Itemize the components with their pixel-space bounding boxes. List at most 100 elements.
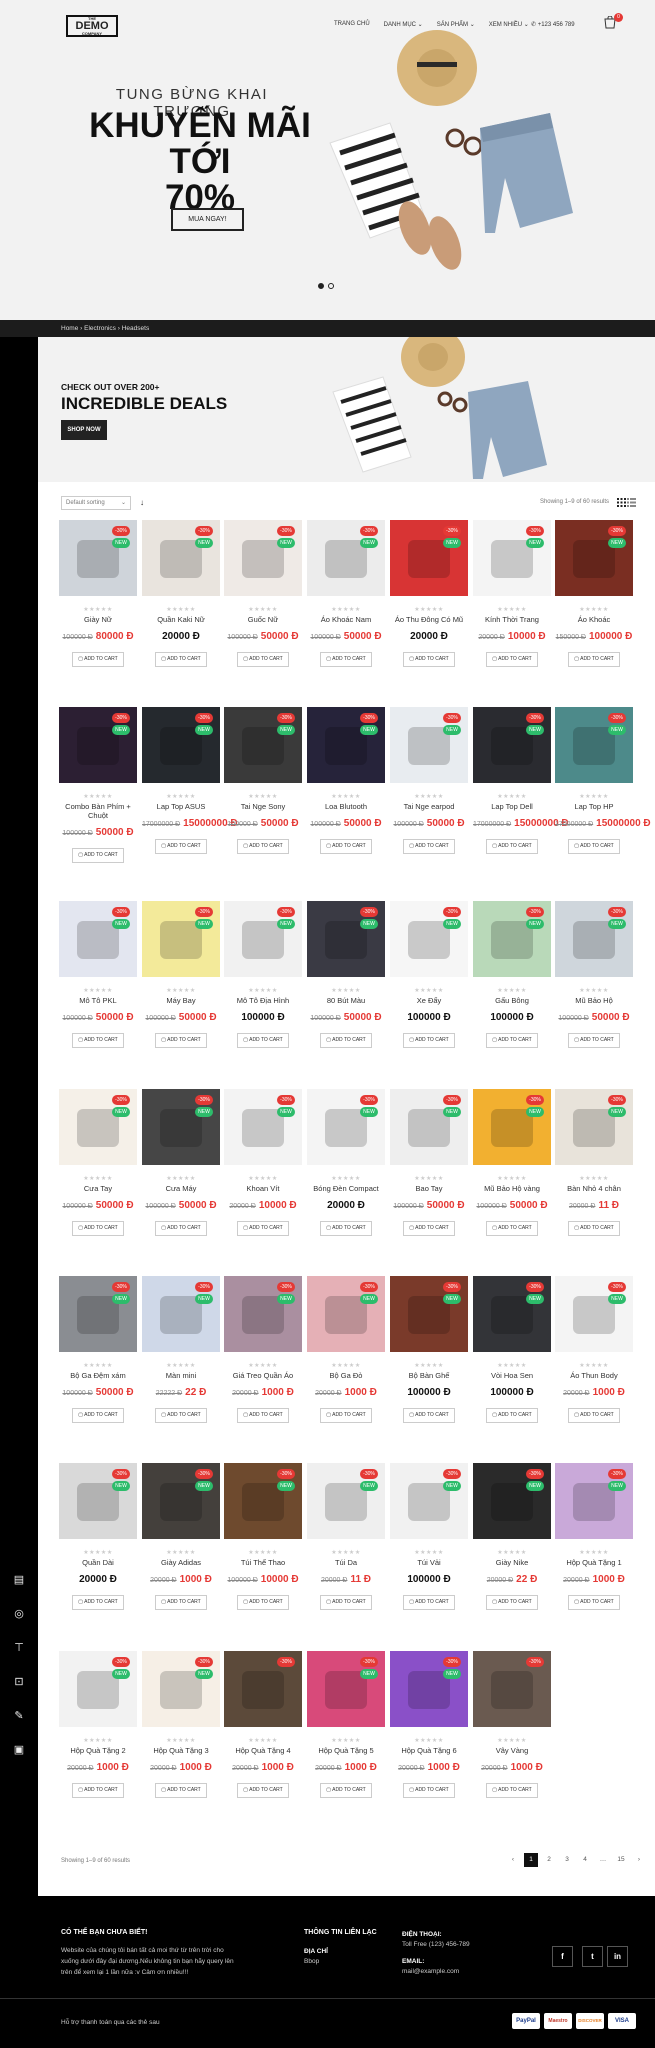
add-to-cart-button[interactable]: ▢ ADD TO CART [237,1408,289,1423]
product-card[interactable]: -30% NEW ★★★★★ Lap Top Dell 17000000 Đ 150000… [473,707,569,877]
product-card[interactable]: -30% NEW ★★★★★ Lap Top ASUS 17000000 Đ 150000… [142,707,238,877]
product-card[interactable]: -30% ★★★★★ Hộp Quà Tặng 4 20000 Đ 1000 Đ ▢ AD… [224,1651,302,1821]
add-to-cart-button[interactable]: ▢ ADD TO CART [155,652,207,667]
product-name[interactable]: Bàn Nhỏ 4 chân [555,1184,633,1193]
product-name[interactable]: Áo Thu Đông Có Mũ [390,615,468,624]
next-page-button[interactable]: › [632,1853,646,1867]
gamepad-icon[interactable]: ◎ [12,1606,26,1620]
add-to-cart-button[interactable]: ▢ ADD TO CART [403,1408,455,1423]
add-to-cart-button[interactable]: ▢ ADD TO CART [403,1221,455,1236]
add-to-cart-button[interactable]: ▢ ADD TO CART [403,839,455,854]
product-name[interactable]: Quần Kaki Nữ [142,615,220,624]
sort-select[interactable]: Default sorting ⌄ [61,496,131,510]
tshirt-icon[interactable]: ⊤ [12,1640,26,1654]
product-card[interactable]: -30% NEW ★★★★★ Màn mini 22222 Đ 22 Đ ▢ ADD TO … [142,1276,220,1446]
add-to-cart-button[interactable]: ▢ ADD TO CART [568,1033,620,1048]
add-to-cart-button[interactable]: ▢ ADD TO CART [155,1033,207,1048]
add-to-cart-button[interactable]: ▢ ADD TO CART [568,839,620,854]
product-name[interactable]: Hộp Quà Tặng 5 [307,1746,385,1755]
slide-dot-2[interactable] [328,283,334,289]
facebook-icon[interactable]: f [552,1946,573,1967]
product-name[interactable]: Màn mini [142,1371,220,1380]
product-card[interactable]: -30% NEW ★★★★★ Túi Da 20000 Đ 11 Đ ▢ ADD TO CA… [307,1463,385,1633]
product-card[interactable]: -30% NEW ★★★★★ Hộp Quà Tặng 6 20000 Đ 1000 Đ ▢… [390,1651,468,1821]
product-card[interactable]: -30% NEW ★★★★★ Guốc Nữ 100000 Đ 50000 Đ ▢ ADD … [224,520,302,690]
product-name[interactable]: Vây Vàng [473,1746,551,1755]
product-name[interactable]: Áo Khoác Nam [307,615,385,624]
nav-home[interactable]: TRANG CHỦ [334,21,370,28]
product-name[interactable]: Loa Blutooth [307,802,385,811]
product-card[interactable]: -30% NEW ★★★★★ 80 Bút Màu 100000 Đ 50000 Đ ▢ A… [307,901,385,1071]
product-name[interactable]: Quần Dài [59,1558,137,1567]
logo[interactable]: THE DEMO COMPANY [66,15,118,37]
product-name[interactable]: Bao Tay [390,1184,468,1193]
product-card[interactable]: -30% NEW ★★★★★ Giày Adidas 20000 Đ 1000 Đ ▢ AD… [142,1463,220,1633]
product-card[interactable]: -30% NEW ★★★★★ Gấu Bông 100000 Đ ▢ ADD TO CAR… [473,901,551,1071]
add-to-cart-button[interactable]: ▢ ADD TO CART [320,1221,372,1236]
add-to-cart-button[interactable]: ▢ ADD TO CART [486,1783,538,1798]
product-name[interactable]: Mũ Bảo Hộ vàng [473,1184,551,1193]
product-name[interactable]: Cưa Máy [142,1184,220,1193]
product-name[interactable]: Gấu Bông [473,996,551,1005]
product-card[interactable]: -30% NEW ★★★★★ Cưa Máy 100000 Đ 50000 Đ ▢ ADD … [142,1089,220,1259]
nav-categories[interactable]: DANH MỤC ⌄ [384,21,423,28]
page-3[interactable]: 3 [560,1853,574,1867]
product-name[interactable]: Hộp Quà Tặng 6 [390,1746,468,1755]
header-phone[interactable]: ✆ +123 456 789 [531,21,575,28]
product-name[interactable]: Kính Thời Trang [473,615,551,624]
product-name[interactable]: Cưa Tay [59,1184,137,1193]
product-card[interactable]: -30% NEW ★★★★★ Quần Kaki Nữ 20000 Đ ▢ ADD TO … [142,520,220,690]
product-name[interactable]: Bóng Đèn Compact [307,1184,385,1193]
nav-popular[interactable]: XEM NHIỀU ⌄ [489,21,529,28]
add-to-cart-button[interactable]: ▢ ADD TO CART [568,652,620,667]
product-card[interactable]: -30% NEW ★★★★★ Kính Thời Trang 20000 Đ 10000 … [473,520,551,690]
product-card[interactable]: -30% NEW ★★★★★ Cưa Tay 100000 Đ 50000 Đ ▢ ADD … [59,1089,137,1259]
add-to-cart-button[interactable]: ▢ ADD TO CART [72,848,124,863]
add-to-cart-button[interactable]: ▢ ADD TO CART [155,1595,207,1610]
product-card[interactable]: -30% NEW ★★★★★ Bàn Nhỏ 4 chân 20000 Đ 11 Đ ▢ A… [555,1089,633,1259]
product-name[interactable]: Lap Top Dell [473,802,551,811]
product-card[interactable]: -30% NEW ★★★★★ Quần Dài 20000 Đ ▢ ADD TO CART [59,1463,137,1633]
product-name[interactable]: Tai Nge Sony [224,802,302,811]
product-name[interactable]: Mô Tô Địa Hình [224,996,302,1005]
add-to-cart-button[interactable]: ▢ ADD TO CART [72,1408,124,1423]
page-15[interactable]: 15 [614,1853,628,1867]
product-name[interactable]: Áo Khoác [555,615,633,624]
product-name[interactable]: Lap Top ASUS [142,802,220,811]
add-to-cart-button[interactable]: ▢ ADD TO CART [486,1033,538,1048]
breadcrumb-home[interactable]: Home [61,325,78,332]
cart-button[interactable]: 0 [603,13,623,30]
product-card[interactable]: -30% NEW ★★★★★ Xe Đẩy 100000 Đ ▢ ADD TO CART [390,901,468,1071]
linkedin-icon[interactable]: in [607,1946,628,1967]
page-1[interactable]: 1 [524,1853,538,1867]
product-card[interactable]: -30% NEW ★★★★★ Túi Vải 100000 Đ ▢ ADD TO CART [390,1463,468,1633]
product-name[interactable]: Bộ Bàn Ghế [390,1371,468,1380]
add-to-cart-button[interactable]: ▢ ADD TO CART [237,1783,289,1798]
add-to-cart-button[interactable]: ▢ ADD TO CART [155,1221,207,1236]
product-card[interactable]: -30% NEW ★★★★★ Máy Bay 100000 Đ 50000 Đ ▢ ADD … [142,901,220,1071]
product-card[interactable]: -30% NEW ★★★★★ Loa Blutooth 100000 Đ 50000 Đ ▢… [307,707,385,877]
add-to-cart-button[interactable]: ▢ ADD TO CART [155,1408,207,1423]
add-to-cart-button[interactable]: ▢ ADD TO CART [568,1221,620,1236]
add-to-cart-button[interactable]: ▢ ADD TO CART [320,652,372,667]
sort-direction-icon[interactable]: ↓ [140,498,144,507]
product-card[interactable]: -30% NEW ★★★★★ Bộ Ga Đệm xám 100000 Đ 50000 Đ… [59,1276,137,1446]
add-to-cart-button[interactable]: ▢ ADD TO CART [320,1033,372,1048]
product-card[interactable]: -30% NEW ★★★★★ Lap Top HP 17000000 Đ 15000000… [555,707,651,877]
product-name[interactable]: Túi Da [307,1558,385,1567]
product-card[interactable]: -30% NEW ★★★★★ Tai Nge earpod 100000 Đ 50000 … [390,707,468,877]
product-name[interactable]: Guốc Nữ [224,615,302,624]
gift-icon[interactable]: ▣ [12,1742,26,1756]
product-card[interactable]: -30% ★★★★★ Vây Vàng 20000 Đ 1000 Đ ▢ ADD TO C… [473,1651,551,1821]
product-name[interactable]: Giá Treo Quần Áo [224,1371,302,1380]
add-to-cart-button[interactable]: ▢ ADD TO CART [72,1783,124,1798]
product-name[interactable]: Hộp Quà Tặng 1 [555,1558,633,1567]
product-name[interactable]: Bộ Ga Đỏ [307,1371,385,1380]
product-name[interactable]: Giày Nike [473,1558,551,1567]
add-to-cart-button[interactable]: ▢ ADD TO CART [568,1595,620,1610]
product-name[interactable]: Áo Thun Body [555,1371,633,1380]
product-card[interactable]: -30% NEW ★★★★★ Mũ Bảo Hộ 100000 Đ 50000 Đ ▢ AD… [555,901,633,1071]
page-2[interactable]: 2 [542,1853,556,1867]
product-card[interactable]: -30% NEW ★★★★★ Khoan Vít 20000 Đ 10000 Đ ▢ ADD… [224,1089,302,1259]
product-name[interactable]: Túi Vải [390,1558,468,1567]
